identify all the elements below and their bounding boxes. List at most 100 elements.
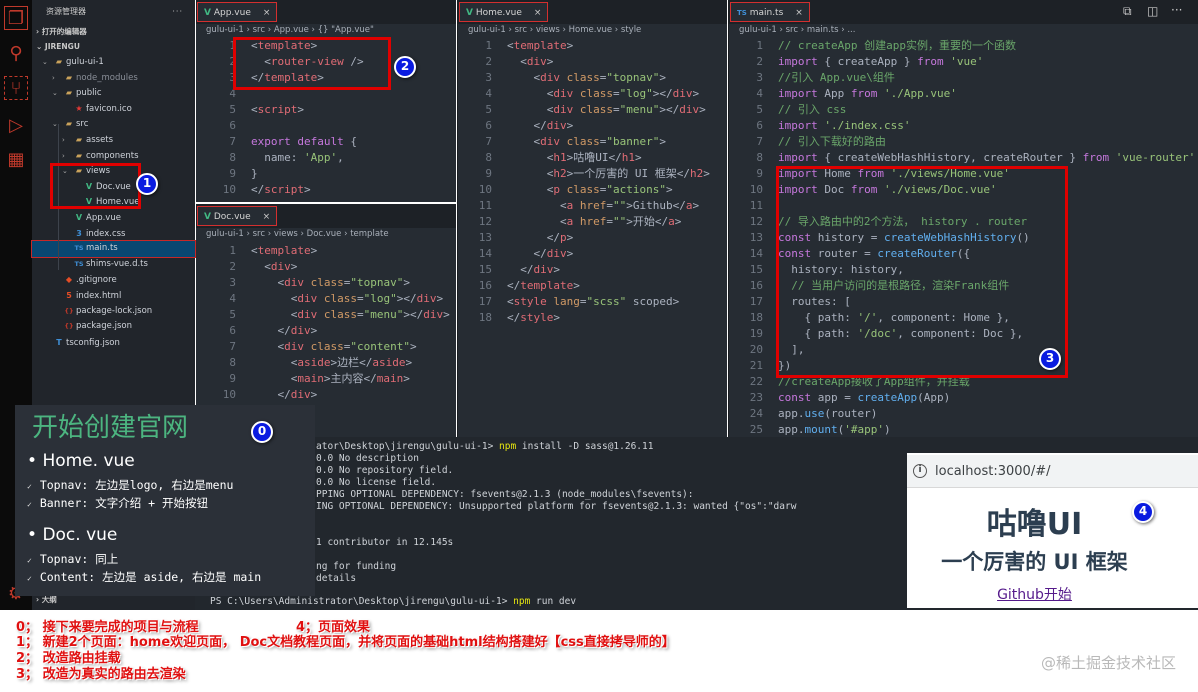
tree-item[interactable]: V App.vue xyxy=(32,210,195,226)
code-line[interactable]: 6 import './index.css' xyxy=(733,118,1198,134)
code-line[interactable]: 3 <div class="topnav"> xyxy=(206,275,456,291)
code-line[interactable]: 1 // createApp 创建app实例，重要的一个函数 xyxy=(733,38,1198,54)
page-subheading: 一个厉害的 UI 框架 xyxy=(941,550,1128,574)
code-line[interactable]: 9 <h2>一个厉害的 UI 框架</h2> xyxy=(462,166,727,182)
code-area[interactable]: 1 <template> 2 <div> 3 <div class="topnav">… xyxy=(462,38,727,326)
address-bar[interactable]: i localhost:3000/#/ xyxy=(907,455,1198,488)
close-icon[interactable]: × xyxy=(263,8,271,18)
code-line[interactable]: 7 <div class="content"> xyxy=(206,339,456,355)
tree-item[interactable]: ★ favicon.ico xyxy=(32,101,195,117)
code-line[interactable]: 8 name: 'App', xyxy=(206,150,456,166)
close-icon[interactable]: × xyxy=(534,8,542,18)
breadcrumb[interactable]: gulu-ui-1 › src › main.ts › ... xyxy=(739,25,855,35)
code-line[interactable]: 8 <h1>咕噜UI</h1> xyxy=(462,150,727,166)
code-line[interactable]: 6 </div> xyxy=(206,323,456,339)
line-number: 5 xyxy=(756,103,763,116)
more-actions-icon[interactable]: ··· xyxy=(1171,3,1182,17)
code-line[interactable]: 11 <a href="">Github</a> xyxy=(462,198,727,214)
code-line[interactable]: 1 <template> xyxy=(462,38,727,54)
tree-item[interactable]: Ttsconfig.json xyxy=(32,335,195,351)
code-line[interactable]: 9} xyxy=(206,166,456,182)
breadcrumb[interactable]: gulu-ui-1 › src › views › Home.vue › sty… xyxy=(468,25,641,35)
code-line[interactable]: 7 <div class="banner"> xyxy=(462,134,727,150)
split-editor-icon[interactable]: ◫ xyxy=(1147,4,1158,18)
code-line[interactable]: 24 app.use(router) xyxy=(733,406,1198,422)
code-line[interactable]: 10 </script> xyxy=(206,182,456,198)
code-line[interactable]: 5 <script> xyxy=(206,102,456,118)
line-number: 9 xyxy=(229,372,236,385)
workspace-section[interactable]: ⌄ JIRENGU xyxy=(32,39,195,54)
code-line[interactable]: 18 </style> xyxy=(462,310,727,326)
code-line[interactable]: 3 //引入 App.vue\组件 xyxy=(733,70,1198,86)
tree-item[interactable]: TS shims-vue.d.ts xyxy=(32,257,195,273)
code-line[interactable]: 4 <div class="log"></div> xyxy=(206,291,456,307)
code-line[interactable]: 17 <style lang="scss" scoped> xyxy=(462,294,727,310)
code-line[interactable]: 10 </div> xyxy=(206,387,456,403)
compare-changes-icon[interactable]: ⧉ xyxy=(1123,4,1132,19)
code-line[interactable]: 23 const app = createApp(App) xyxy=(733,390,1198,406)
tree-item[interactable]: 5 index.html xyxy=(32,288,195,304)
tree-item[interactable]: 3 index.css xyxy=(32,226,195,242)
tree-item[interactable]: ◆ .gitignore xyxy=(32,272,195,288)
code-line[interactable]: 12 <a href="">开始</a> xyxy=(462,214,727,230)
run-debug-icon[interactable]: ▷ xyxy=(4,114,28,138)
code-line[interactable]: 10 <p class="actions"> xyxy=(462,182,727,198)
line-text: import { createApp } from 'vue' xyxy=(778,54,983,70)
explorer-icon[interactable]: ❐ xyxy=(4,6,28,30)
breadcrumb[interactable]: gulu-ui-1 › src › App.vue › {} "App.vue" xyxy=(206,25,374,35)
close-icon[interactable]: × xyxy=(795,8,803,18)
code-line[interactable]: 8 import { createWebHashHistory, createRo… xyxy=(733,150,1198,166)
code-line[interactable]: 25 app.mount('#app') xyxy=(733,422,1198,437)
breadcrumb[interactable]: gulu-ui-1 › src › views › Doc.vue › temp… xyxy=(206,229,389,239)
vue-icon: V xyxy=(204,212,211,222)
code-line[interactable]: 5 // 引入 css xyxy=(733,102,1198,118)
tree-item[interactable]: ⌄ ▰ src xyxy=(32,116,195,132)
code-line[interactable]: 3 <div class="topnav"> xyxy=(462,70,727,86)
tree-item[interactable]: TS main.ts xyxy=(31,240,196,258)
code-line[interactable]: 4 import App from './App.vue' xyxy=(733,86,1198,102)
code-line[interactable]: 7 // 引入下载好的路由 xyxy=(733,134,1198,150)
terminal-text: 0.0 No license field. xyxy=(316,477,437,488)
code-line[interactable]: 2 <div> xyxy=(206,259,456,275)
code-token: // createApp 创建app实例，重要的一个函数 xyxy=(778,39,1016,52)
code-line[interactable]: 6 </div> xyxy=(462,118,727,134)
tab-home-vue[interactable]: V Home.vue × xyxy=(459,2,549,22)
code-line[interactable]: 1 <template> xyxy=(206,243,456,259)
code-line[interactable]: 2 import { createApp } from 'vue' xyxy=(733,54,1198,70)
tab-app-vue[interactable]: V App.vue × xyxy=(197,2,278,22)
code-line[interactable]: 2 <div> xyxy=(462,54,727,70)
tree-item[interactable]: ⌄ ▰ gulu-ui-1 xyxy=(32,54,195,70)
code-line[interactable]: 5 <div class="menu"></div> xyxy=(462,102,727,118)
more-actions-icon[interactable]: ··· xyxy=(172,0,183,24)
terminal-prompt-line[interactable]: PS C:\Users\Administrator\Desktop\jireng… xyxy=(210,596,576,608)
tab-main-ts[interactable]: TS main.ts × xyxy=(730,2,810,22)
close-icon[interactable]: × xyxy=(263,212,271,222)
github-start-link[interactable]: Github开始 xyxy=(907,584,1162,604)
open-editors-section[interactable]: › 打开的编辑器 xyxy=(32,24,195,39)
code-line[interactable]: 14 </div> xyxy=(462,246,727,262)
code-line[interactable]: 16 </template> xyxy=(462,278,727,294)
search-icon[interactable]: ⚲ xyxy=(4,42,28,66)
code-line[interactable]: 7 export default { xyxy=(206,134,456,150)
code-line[interactable]: 9 <main>主内容</main> xyxy=(206,371,456,387)
code-line[interactable]: 6 xyxy=(206,118,456,134)
line-text: <a href="">Github</a> xyxy=(507,198,699,214)
extensions-icon[interactable]: ▦ xyxy=(4,148,28,172)
code-line[interactable]: 4 <div class="log"></div> xyxy=(462,86,727,102)
code-token: > xyxy=(635,151,642,164)
info-icon[interactable]: i xyxy=(913,464,927,478)
code-line[interactable]: 8 <aside>边栏</aside> xyxy=(206,355,456,371)
tree-item[interactable]: {} package.json xyxy=(32,319,195,335)
tab-doc-vue[interactable]: V Doc.vue × xyxy=(197,206,278,226)
code-line[interactable]: 13 </p> xyxy=(462,230,727,246)
code-line[interactable]: 15 </div> xyxy=(462,262,727,278)
tree-item[interactable]: ⌄ ▰ public xyxy=(32,85,195,101)
code-area[interactable]: 1 <template> 2 <div> 3 <div class="topnav">… xyxy=(206,243,456,419)
tree-item[interactable]: › ▰ assets xyxy=(32,132,195,148)
tree-item[interactable]: {} package-lock.json xyxy=(32,304,195,320)
tree-item[interactable]: › ▰ components xyxy=(32,148,195,164)
code-line[interactable]: 5 <div class="menu"></div> xyxy=(206,307,456,323)
line-number: 6 xyxy=(229,119,236,132)
tree-item[interactable]: › ▰ node_modules xyxy=(32,70,195,86)
source-control-icon[interactable]: ⑂ xyxy=(4,76,28,100)
